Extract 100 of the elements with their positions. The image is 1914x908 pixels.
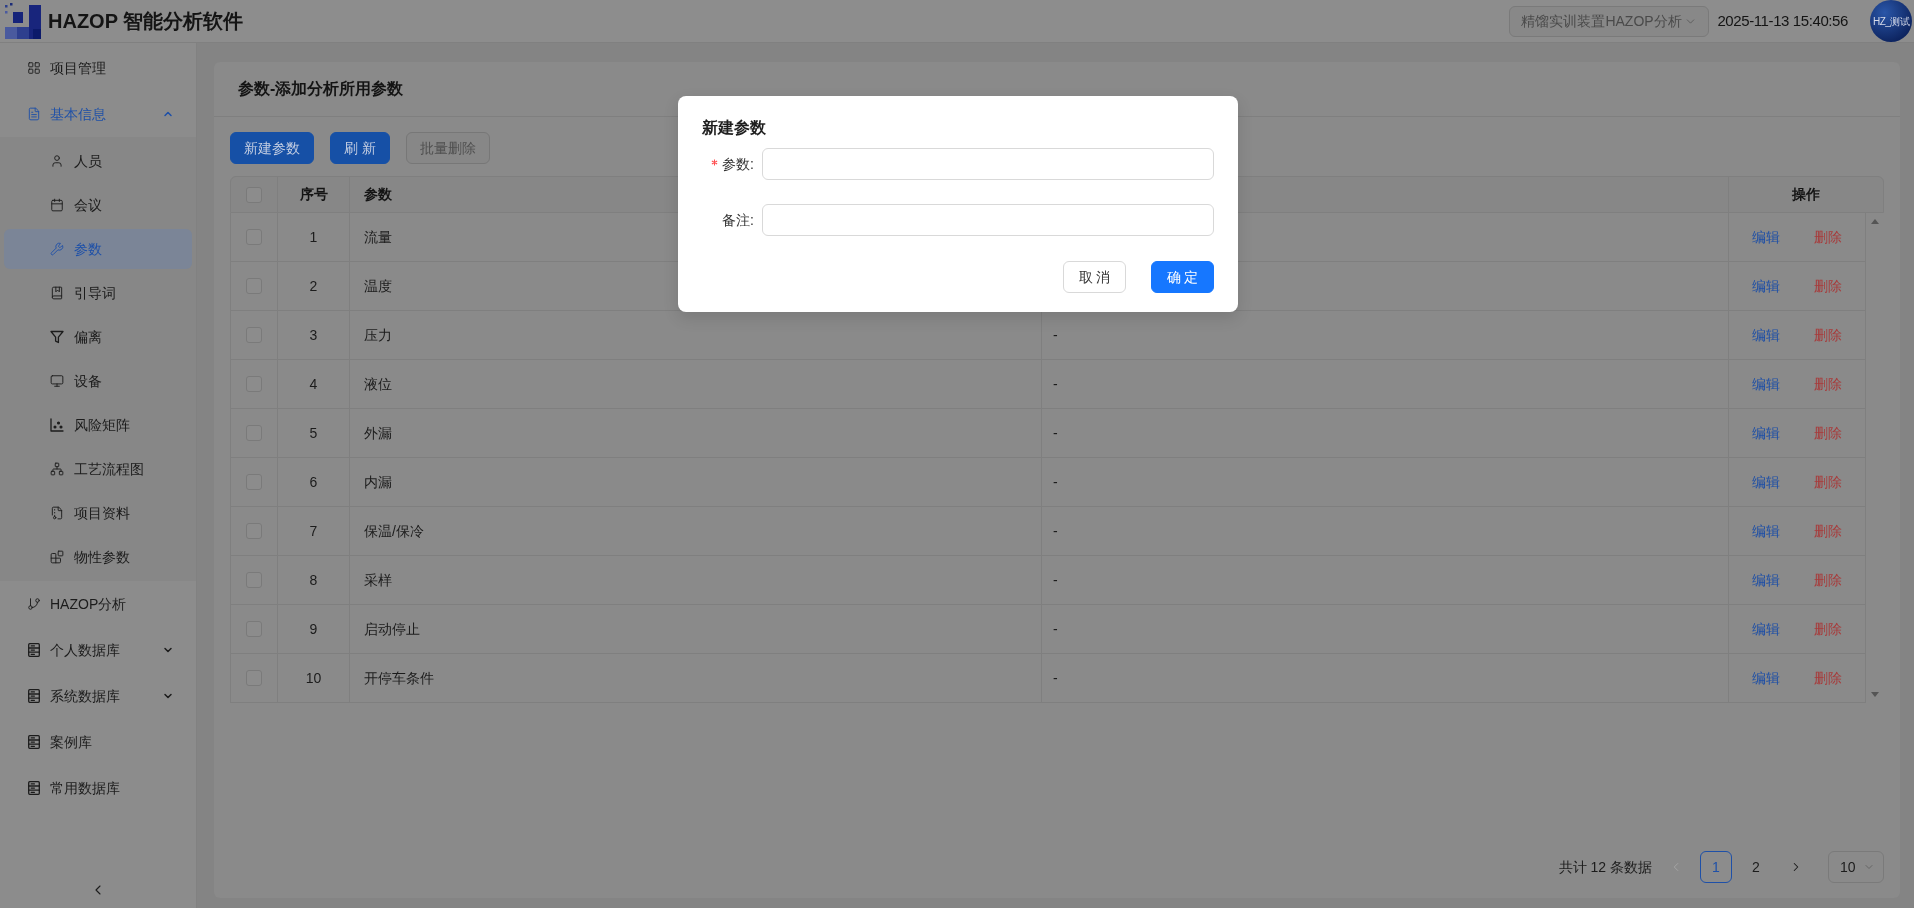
menu-item[interactable]: 案例库 [4,722,192,762]
archive-file-icon [50,506,64,520]
toolbar-button[interactable]: 刷 新 [330,132,390,164]
table-cell: 开停车条件 [350,654,1042,702]
menu-item[interactable]: 偏离 [4,317,192,357]
field-label: 参数: [722,154,754,174]
menu-item[interactable]: 个人数据库 [4,630,192,670]
funnel-icon [50,330,64,344]
dialog-title: 新建参数 [702,118,767,138]
branch-icon [27,597,41,611]
cabinet-icon [27,643,41,657]
edit-link[interactable]: 编辑 [1752,667,1780,689]
menu-item[interactable]: 人员 [4,141,192,181]
table-cell: 7 [278,507,350,555]
table-cell: 5 [278,409,350,457]
card-title: 参数-添加分析所用参数 [238,79,404,99]
cabinet-icon [27,735,41,749]
edit-link[interactable]: 编辑 [1752,471,1780,493]
menu-item[interactable]: 引导词 [4,273,192,313]
scroll-up-icon[interactable] [1871,219,1879,224]
menu-item[interactable]: 项目管理 [4,48,192,88]
table-cell: 8 [278,556,350,604]
table-cell: - [1042,458,1729,506]
table-cell: 启动停止 [350,605,1042,653]
page-size-select[interactable]: 10 [1828,851,1884,883]
logo-icon [5,3,41,39]
menu-item[interactable]: 参数 [4,229,192,269]
delete-link[interactable]: 删除 [1814,226,1842,248]
column-header: 操作 [1791,185,1821,204]
toolbar-button[interactable]: 新建参数 [230,132,314,164]
menu-item[interactable]: 系统数据库 [4,676,192,716]
delete-link[interactable]: 删除 [1814,520,1842,542]
table-cell: 液位 [350,360,1042,408]
table-cell: - [1042,654,1729,702]
blocks-icon [50,550,64,564]
menu-item[interactable]: 工艺流程图 [4,449,192,489]
hierarchy-icon [50,462,64,476]
table-cell: 内漏 [350,458,1042,506]
menu-item[interactable]: 风险矩阵 [4,405,192,445]
page-button[interactable]: 1 [1700,851,1732,883]
book-icon [50,286,64,300]
menu-item[interactable]: 基本信息 [4,94,192,134]
delete-link[interactable]: 删除 [1814,373,1842,395]
table-cell: 2 [278,262,350,310]
user-avatar[interactable]: HZ_测试 [1870,0,1912,42]
column-header: 序号 [278,177,350,212]
scroll-down-icon[interactable] [1871,692,1879,697]
user-icon [50,154,64,168]
grid-icon [27,61,41,75]
table-cell: 3 [278,311,350,359]
table-cell: 4 [278,360,350,408]
edit-link[interactable]: 编辑 [1752,422,1780,444]
field-label: 备注: [722,210,754,230]
table-cell: - [1042,360,1729,408]
menu-item[interactable]: 设备 [4,361,192,401]
table-cell: 保温/保冷 [350,507,1042,555]
dialog-button[interactable]: 确 定 [1151,261,1214,293]
cabinet-icon [27,781,41,795]
table-cell: 1 [278,213,350,261]
delete-link[interactable]: 删除 [1814,667,1842,689]
input-field[interactable] [762,148,1214,180]
edit-link[interactable]: 编辑 [1752,324,1780,346]
app-title: HAZOP 智能分析软件 [48,9,244,34]
cabinet-icon [27,689,41,703]
table-cell: 采样 [350,556,1042,604]
edit-link[interactable]: 编辑 [1752,226,1780,248]
delete-link[interactable]: 删除 [1814,569,1842,591]
dialog-button[interactable]: 取 消 [1063,261,1126,293]
edit-link[interactable]: 编辑 [1752,618,1780,640]
page-button[interactable]: 2 [1740,851,1772,883]
delete-link[interactable]: 删除 [1814,618,1842,640]
date-time: 2025-11-13 15:40:56 [1717,10,1848,31]
calendar-icon [50,198,64,212]
document-icon [27,107,41,121]
table-cell: 9 [278,605,350,653]
menu-item[interactable]: 项目资料 [4,493,192,533]
scatter-chart-icon [50,418,64,432]
wrench-icon [50,242,64,256]
total-count: 共计 12 条数据 [1558,857,1652,877]
delete-link[interactable]: 删除 [1814,324,1842,346]
edit-link[interactable]: 编辑 [1752,569,1780,591]
table-cell: 10 [278,654,350,702]
delete-link[interactable]: 删除 [1814,275,1842,297]
menu-item[interactable]: 会议 [4,185,192,225]
input-field[interactable] [762,204,1214,236]
table-cell: - [1042,409,1729,457]
delete-link[interactable]: 删除 [1814,471,1842,493]
edit-link[interactable]: 编辑 [1752,373,1780,395]
monitor-icon [50,374,64,388]
edit-link[interactable]: 编辑 [1752,275,1780,297]
table-cell: - [1042,605,1729,653]
menu-item[interactable]: HAZOP分析 [4,584,192,624]
table-cell: 外漏 [350,409,1042,457]
edit-link[interactable]: 编辑 [1752,520,1780,542]
menu-item[interactable]: 常用数据库 [4,768,192,808]
table-cell: 6 [278,458,350,506]
menu-item[interactable]: 物性参数 [4,537,192,577]
table-cell: - [1042,556,1729,604]
delete-link[interactable]: 删除 [1814,422,1842,444]
table-cell: - [1042,507,1729,555]
